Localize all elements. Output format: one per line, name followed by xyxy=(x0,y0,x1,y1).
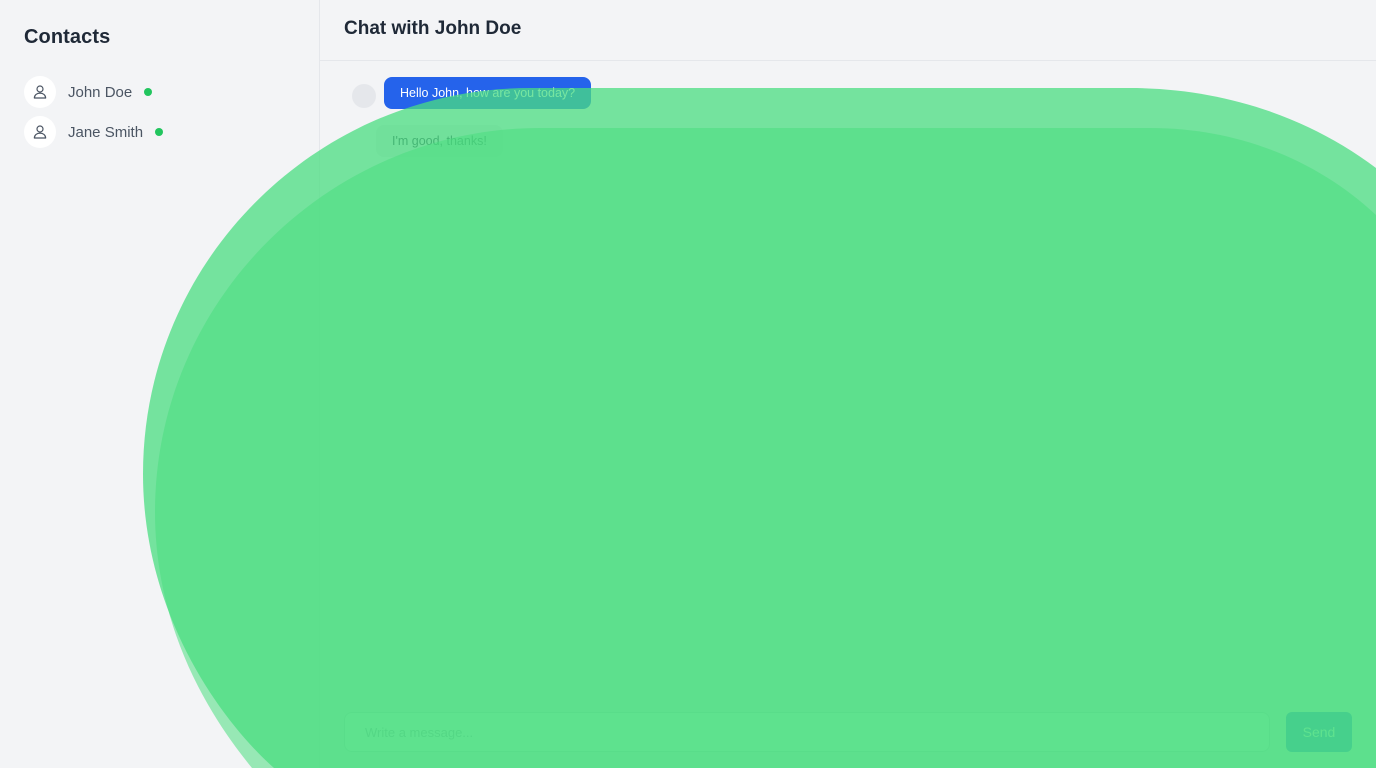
contact-item-john-doe[interactable]: John Doe xyxy=(24,76,296,108)
chat-panel: Chat with John Doe Hello John, how are y… xyxy=(320,0,1376,768)
send-button[interactable]: Send xyxy=(1286,712,1352,752)
message-bubble-outgoing: Hello John, how are you today? xyxy=(384,77,592,109)
chat-title: Chat with John Doe xyxy=(344,18,522,39)
message-avatar xyxy=(352,84,376,108)
chat-app: Contacts John Doe Jane Smith Chat with J… xyxy=(0,0,1376,768)
sidebar-title: Contacts xyxy=(24,26,111,48)
message-bubble-incoming: I'm good, thanks! xyxy=(376,125,503,157)
chat-header: Chat with John Doe xyxy=(320,0,1376,61)
contact-item-jane-smith[interactable]: Jane Smith xyxy=(24,116,296,148)
contact-name: John Doe xyxy=(68,83,133,101)
user-icon xyxy=(24,76,56,108)
online-status-dot xyxy=(155,128,164,136)
message-composer: Send xyxy=(344,712,1352,752)
contacts-sidebar: Contacts John Doe Jane Smith xyxy=(0,0,320,768)
contact-list: John Doe Jane Smith xyxy=(24,76,296,156)
user-icon xyxy=(24,116,56,148)
online-status-dot xyxy=(144,88,153,96)
message-input[interactable] xyxy=(344,712,1270,752)
contact-name: Jane Smith xyxy=(68,123,144,141)
